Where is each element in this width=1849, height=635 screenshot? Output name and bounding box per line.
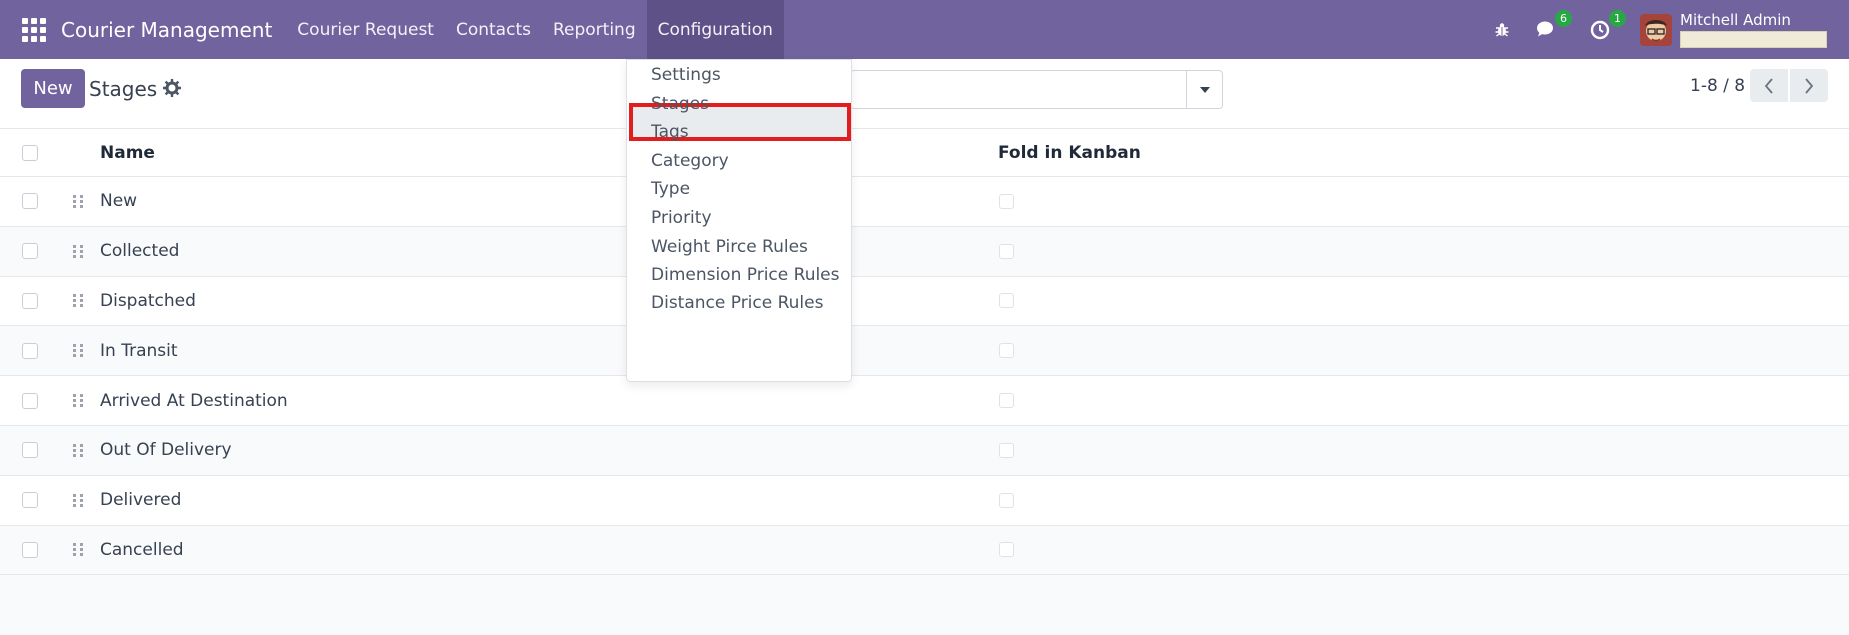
control-panel: New Stages 1-8 / 8 (0, 59, 1849, 129)
messages-badge: 6 (1555, 9, 1572, 27)
table-row[interactable]: New (0, 177, 1849, 227)
menu-item-category[interactable]: Category (651, 151, 729, 171)
row-checkbox[interactable] (22, 492, 38, 509)
fold-checkbox[interactable] (999, 343, 1014, 359)
fold-checkbox[interactable] (999, 542, 1014, 558)
row-checkbox[interactable] (22, 193, 38, 210)
fold-checkbox[interactable] (999, 393, 1014, 409)
drag-handle-icon[interactable] (73, 392, 85, 410)
table-header: Name Fold in Kanban (0, 129, 1849, 177)
fold-checkbox[interactable] (999, 492, 1014, 508)
drag-handle-icon[interactable] (73, 342, 85, 360)
table-row[interactable]: Out Of Delivery (0, 425, 1849, 476)
stage-name: Cancelled (100, 539, 184, 560)
caret-down-icon (1199, 86, 1210, 93)
stage-name: Arrived At Destination (100, 390, 288, 411)
menu-reporting[interactable]: Reporting (542, 0, 647, 59)
search-options-toggle[interactable] (1186, 71, 1222, 108)
user-menu[interactable]: Mitchell Admin (1680, 12, 1827, 48)
page-title: Stages (89, 77, 158, 101)
app-name[interactable]: Courier Management (61, 18, 272, 42)
pager-value[interactable]: 1-8 / 8 (1690, 76, 1745, 96)
drag-handle-icon[interactable] (73, 242, 85, 260)
drag-handle-icon[interactable] (73, 491, 85, 509)
stage-name: In Transit (100, 340, 178, 361)
select-all-checkbox[interactable] (22, 144, 38, 161)
row-checkbox[interactable] (22, 243, 38, 260)
menu-item-settings[interactable]: Settings (651, 65, 721, 85)
menu-item-tags[interactable]: Tags (651, 122, 689, 142)
user-avatar[interactable] (1640, 13, 1672, 46)
row-checkbox[interactable] (22, 342, 38, 359)
drag-handle-icon[interactable] (73, 192, 85, 210)
gear-icon[interactable] (163, 79, 181, 97)
menu-configuration[interactable]: Configuration (646, 0, 784, 59)
drag-handle-icon[interactable] (73, 441, 85, 459)
pager-next-button[interactable] (1790, 69, 1828, 102)
stage-name: New (100, 191, 138, 212)
database-name-redacted (1680, 30, 1827, 48)
top-navbar: Courier Management Courier Request Conta… (0, 0, 1849, 59)
systray: 6 1 Mitchell Admin (1480, 0, 1849, 59)
search-input[interactable] (850, 70, 1223, 109)
drag-handle-icon[interactable] (73, 292, 85, 310)
row-checkbox[interactable] (22, 292, 38, 309)
stage-name: Collected (100, 241, 180, 262)
menu-item-distance-price-rules[interactable]: Distance Price Rules (651, 293, 823, 313)
table-row[interactable]: Collected (0, 226, 1849, 277)
table-row[interactable]: Delivered (0, 476, 1849, 526)
menu-item-type[interactable]: Type (651, 179, 690, 199)
fold-checkbox[interactable] (999, 193, 1014, 209)
fold-checkbox[interactable] (999, 293, 1014, 309)
chevron-left-icon (1764, 77, 1773, 94)
stages-table: Name Fold in Kanban New Collected Dispat… (0, 129, 1849, 576)
stage-name: Out Of Delivery (100, 440, 232, 461)
menu-item-stages[interactable]: Stages (651, 94, 709, 114)
row-checkbox[interactable] (22, 541, 38, 558)
table-row[interactable]: In Transit (0, 326, 1849, 377)
table-row[interactable]: Arrived At Destination (0, 376, 1849, 426)
drag-handle-icon[interactable] (73, 541, 85, 559)
chat-icon[interactable]: 6 (1532, 9, 1572, 44)
row-checkbox[interactable] (22, 392, 38, 409)
fold-checkbox[interactable] (999, 442, 1014, 458)
activity-clock-icon[interactable]: 1 (1586, 9, 1626, 44)
menu-contacts[interactable]: Contacts (445, 0, 542, 59)
column-header-name[interactable]: Name (100, 143, 155, 163)
user-name: Mitchell Admin (1680, 10, 1791, 29)
chevron-right-icon (1805, 77, 1814, 94)
new-button[interactable]: New (21, 69, 85, 108)
table-row[interactable]: Dispatched (0, 277, 1849, 327)
menu-item-priority[interactable]: Priority (651, 208, 712, 228)
stage-name: Dispatched (100, 290, 196, 311)
stage-name: Delivered (100, 490, 182, 511)
menu-courier-request[interactable]: Courier Request (286, 0, 445, 59)
fold-checkbox[interactable] (999, 243, 1014, 259)
table-row[interactable]: Cancelled (0, 525, 1849, 576)
configuration-dropdown: Settings Stages Tags Category Type Prior… (626, 59, 852, 382)
row-checkbox[interactable] (22, 442, 38, 459)
column-header-fold[interactable]: Fold in Kanban (998, 143, 1141, 163)
bug-icon[interactable] (1488, 16, 1516, 44)
activities-badge: 1 (1609, 9, 1626, 27)
menu-item-weight-price-rules[interactable]: Weight Pirce Rules (651, 237, 808, 257)
pager-previous-button[interactable] (1750, 69, 1788, 102)
app-grid-icon[interactable] (20, 16, 48, 44)
menu-item-dimension-price-rules[interactable]: Dimension Price Rules (651, 265, 840, 285)
